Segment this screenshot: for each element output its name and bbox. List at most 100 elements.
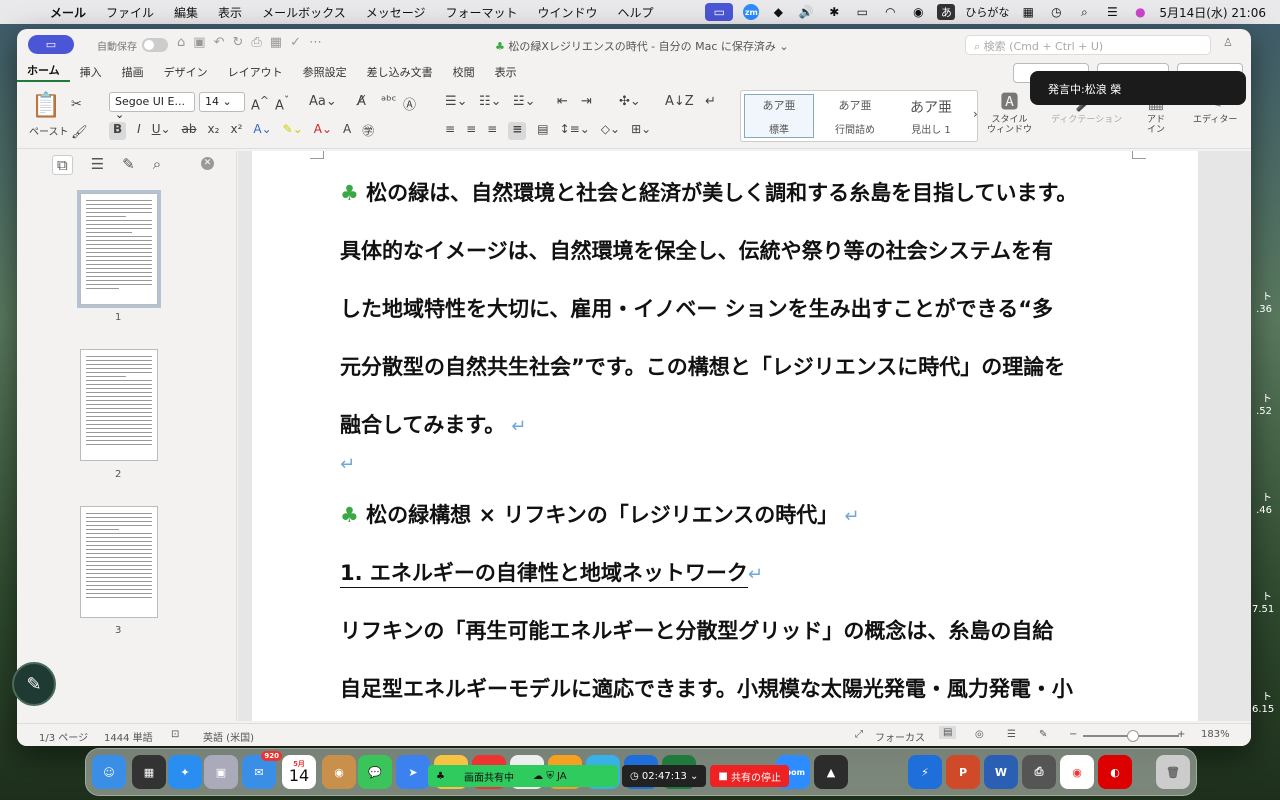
show-marks-icon[interactable]: ↵: [705, 94, 716, 109]
undo-icon[interactable]: ↶: [214, 35, 225, 50]
paragraph-line[interactable]: 融合してみます。 ↵: [340, 409, 526, 439]
menu-help[interactable]: ヘルプ: [608, 4, 664, 21]
paragraph-line[interactable]: 具体的なイメージは、自然環境を保全し、伝統や祭り等の社会システムを有: [340, 235, 1053, 265]
save-icon[interactable]: ▣: [193, 35, 205, 50]
outline-view-icon[interactable]: ☰: [1007, 729, 1016, 740]
menubar-clock[interactable]: 5月14日(水) 21:06: [1159, 4, 1266, 21]
font-size-select[interactable]: 14 ⌄: [199, 92, 245, 112]
menu-mailbox[interactable]: メールボックス: [252, 4, 356, 21]
screen-share-status[interactable]: ♣ 画面共有中 ☁ ⛨ JA: [428, 765, 618, 787]
tab-insert[interactable]: 挿入: [70, 64, 112, 80]
paragraph-line[interactable]: ♣ 松の緑は、自然環境と社会と経済が美しく調和する糸島を目指しています。: [340, 177, 1077, 207]
stop-share-button[interactable]: ■ 共有の停止: [710, 765, 790, 787]
print-icon[interactable]: ⎙: [251, 35, 261, 50]
spotlight-icon[interactable]: ⌕: [1075, 4, 1093, 20]
clear-format-icon[interactable]: A̸: [357, 94, 366, 109]
paragraph-line[interactable]: リフキンの「再生可能エネルギーと分散型グリッド」の概念は、糸島の自給: [340, 615, 1053, 645]
screen-share-icon[interactable]: ▭: [705, 3, 734, 21]
page-thumbnail-2[interactable]: [80, 349, 158, 461]
font-name-select[interactable]: Segoe UI E... ⌄: [109, 92, 195, 121]
chrome-icon[interactable]: ◉: [1060, 755, 1094, 789]
tab-design[interactable]: デザイン: [154, 64, 218, 80]
page-thumbnail-3[interactable]: [80, 506, 158, 618]
spelling-icon[interactable]: ✓: [290, 35, 301, 50]
more-icon[interactable]: ⋯: [309, 35, 322, 50]
justify-icon[interactable]: ≡: [508, 122, 527, 140]
strikethrough-icon[interactable]: ab: [182, 122, 197, 140]
menu-app[interactable]: メール: [40, 4, 96, 21]
keyboard-icon[interactable]: ▦: [1019, 4, 1037, 20]
document-canvas[interactable]: ♣ 松の緑は、自然環境と社会と経済が美しく調和する糸島を目指しています。 具体的…: [238, 151, 1251, 721]
section-heading[interactable]: ♣ 松の緑構想 × リフキンの「レジリエンスの時代」 ↵: [340, 499, 859, 529]
document-page[interactable]: ♣ 松の緑は、自然環境と社会と経済が美しく調和する糸島を目指しています。 具体的…: [252, 151, 1198, 721]
redo-icon[interactable]: ↻: [232, 35, 243, 50]
table-icon[interactable]: ▦: [270, 35, 282, 50]
paragraph-line[interactable]: した地域特性を大切に、雇用・イノベー ションを生み出すことができる“多: [340, 293, 1053, 323]
page-thumbnail-1[interactable]: [77, 190, 161, 308]
tab-mailings[interactable]: 差し込み文書: [357, 64, 443, 80]
calendar-icon[interactable]: 5月 14: [282, 755, 316, 789]
cut-icon[interactable]: ✂: [71, 97, 82, 112]
sidebar-toggle-button[interactable]: ▭: [28, 35, 74, 54]
tab-review[interactable]: 校閲: [443, 64, 485, 80]
home-icon[interactable]: ⌂: [177, 35, 185, 50]
mail-icon[interactable]: ✉ 920: [242, 751, 282, 789]
zoom-out-icon[interactable]: −: [1069, 729, 1077, 740]
change-case-icon[interactable]: Aa⌄: [309, 94, 337, 109]
menu-edit[interactable]: 編集: [164, 4, 208, 21]
outline-icon[interactable]: ☰: [91, 155, 104, 175]
search-input[interactable]: ⌕ 検索 (Cmd + Ctrl + U): [965, 35, 1211, 55]
page-count[interactable]: 1/3 ページ: [39, 729, 88, 744]
grow-font-icon[interactable]: A^: [251, 94, 269, 113]
numbering-icon[interactable]: ☷⌄: [479, 94, 502, 109]
edit-fab-button[interactable]: ✎: [12, 662, 56, 706]
menu-message[interactable]: メッセージ: [356, 4, 436, 21]
share-timer[interactable]: ◷ 02:47:13 ⌄: [622, 765, 707, 787]
styles-more-icon[interactable]: ›: [973, 107, 978, 121]
profile-icon[interactable]: ♙: [1223, 36, 1233, 49]
font-color-icon[interactable]: A⌄: [314, 122, 332, 140]
menu-format[interactable]: フォーマット: [435, 4, 527, 21]
preview-icon[interactable]: ▣: [204, 755, 238, 789]
word-count[interactable]: 1444 単語: [104, 729, 153, 744]
close-icon[interactable]: ✕: [201, 157, 214, 170]
align-left-icon[interactable]: ≡: [445, 122, 455, 140]
print-layout-icon[interactable]: ▤: [939, 726, 957, 739]
subscript-icon[interactable]: x₂: [208, 122, 220, 140]
draft-view-icon[interactable]: ✎: [1039, 729, 1047, 740]
decrease-indent-icon[interactable]: ⇤: [557, 94, 568, 109]
style-normal[interactable]: あア亜 標準: [744, 94, 814, 138]
char-shading-icon[interactable]: A: [343, 122, 351, 140]
zoom-in-icon[interactable]: +: [1177, 729, 1185, 740]
control-center-icon[interactable]: ☰: [1103, 4, 1121, 20]
paragraph-line[interactable]: 自足型エネルギーモデルに適応できます。小規模な太陽光発電・風力発電・小: [340, 673, 1073, 703]
bold-icon[interactable]: B: [109, 122, 127, 140]
shrink-font-icon[interactable]: Aˇ: [275, 94, 289, 113]
char-border-icon[interactable]: Ⓐ: [403, 94, 416, 113]
underline-icon[interactable]: U⌄: [152, 122, 171, 140]
italic-icon[interactable]: I: [137, 122, 141, 140]
focus-button[interactable]: フォーカス: [875, 729, 925, 744]
powerpoint-icon[interactable]: P: [946, 755, 980, 789]
style-no-spacing[interactable]: あア亜 行間詰め: [820, 94, 890, 138]
nav-search-icon[interactable]: ⌕: [153, 155, 161, 175]
launchpad-icon[interactable]: ▦: [132, 755, 166, 789]
autosave-toggle[interactable]: [142, 38, 168, 52]
contacts-icon[interactable]: ◉: [322, 755, 356, 789]
styles-pane-button[interactable]: 🅰 スタイル ウィンドウ: [987, 93, 1032, 136]
review-pane-icon[interactable]: ✎: [122, 155, 135, 175]
tab-view[interactable]: 表示: [485, 64, 527, 80]
siri-icon[interactable]: ●: [1131, 4, 1149, 20]
trash-icon[interactable]: 🗑: [1156, 755, 1190, 789]
drive-icon[interactable]: ▲: [814, 755, 848, 789]
style-heading1[interactable]: あア亜 見出し 1: [896, 94, 966, 138]
user-icon[interactable]: ◉: [909, 4, 927, 20]
bullets-icon[interactable]: ☰⌄: [445, 94, 468, 109]
sort-icon[interactable]: ✣⌄: [619, 94, 641, 109]
empty-paragraph[interactable]: ↵: [340, 451, 355, 475]
time-machine-icon[interactable]: ◷: [1047, 4, 1065, 20]
highlight-icon[interactable]: ✎⌄: [283, 122, 303, 140]
text-effects-icon[interactable]: A⌄: [253, 122, 271, 140]
word-icon[interactable]: W: [984, 755, 1018, 789]
menu-window[interactable]: ウインドウ: [528, 4, 608, 21]
